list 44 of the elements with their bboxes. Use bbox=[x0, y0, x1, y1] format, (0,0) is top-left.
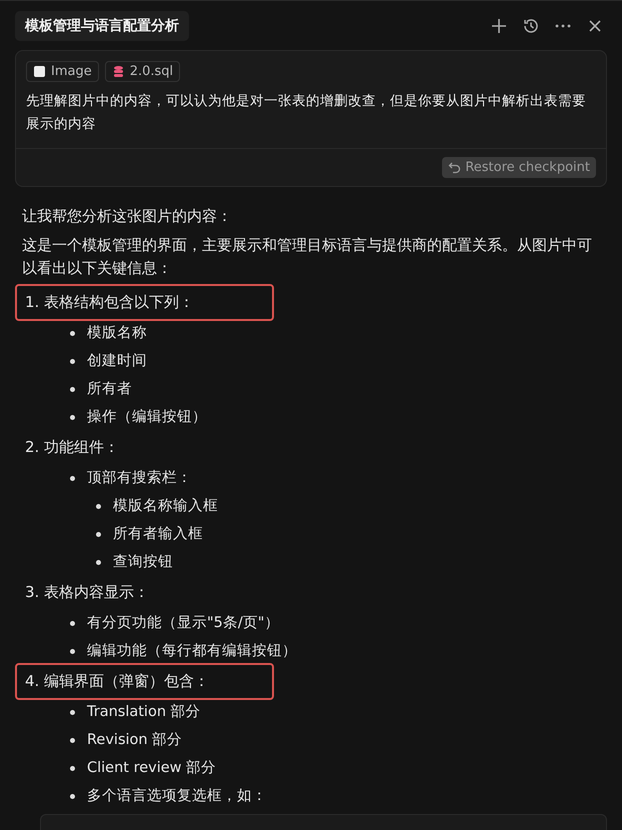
reply-paragraph: 让我帮您分析这张图片的内容： bbox=[22, 206, 233, 227]
section-heading: 3. 表格内容显示： bbox=[24, 582, 150, 603]
list-item-text: 模版名称 bbox=[87, 324, 147, 343]
restore-checkpoint-button[interactable]: Restore checkpoint bbox=[442, 157, 596, 178]
bullet-icon bbox=[96, 504, 101, 508]
bullet-icon bbox=[70, 648, 75, 654]
reply-paragraph: 这是一个模板管理的界面，主要展示和管理目标语言与提供商的配置关系。从图片中可以看出以下关键信息： bbox=[22, 235, 593, 279]
image-icon bbox=[33, 65, 46, 78]
bullet-icon bbox=[70, 710, 75, 714]
history-icon[interactable] bbox=[522, 17, 540, 35]
bullet-icon bbox=[70, 738, 75, 742]
bullet-icon bbox=[96, 532, 101, 536]
list-item-text: 模版名称输入框 bbox=[113, 497, 218, 516]
chat-tab[interactable]: 模板管理与语言配置分析 bbox=[15, 11, 189, 41]
bullet-icon bbox=[70, 476, 75, 480]
bullet-icon bbox=[70, 386, 75, 392]
list-item-text: Client review 部分 bbox=[87, 758, 216, 778]
bullet-icon bbox=[70, 414, 75, 420]
list-item-text: 多个语言选项复选框，如： bbox=[87, 786, 267, 806]
message-text: 先理解图片中的内容，可以认为他是对一张表的增删改查，但是你要从图片中解析出表需要展示的内容 bbox=[26, 92, 587, 134]
list-item-text: Revision 部分 bbox=[87, 730, 182, 750]
list-item-text: 编辑功能（每行都有编辑按钮） bbox=[87, 642, 297, 661]
list-item-text: 操作（编辑按钮） bbox=[87, 408, 207, 427]
bullet-icon bbox=[70, 620, 75, 626]
attachment-chip[interactable]: 2.0.sql bbox=[104, 61, 180, 82]
plus-icon[interactable] bbox=[490, 17, 508, 35]
list-item-text: 创建时间 bbox=[87, 352, 147, 371]
highlighted-heading: 4. 编辑界面（弹窗）包含： bbox=[17, 665, 272, 698]
bullet-icon bbox=[70, 794, 75, 798]
database-icon bbox=[112, 65, 125, 78]
list-item-text: 查询按钮 bbox=[113, 553, 173, 572]
undo-icon bbox=[448, 161, 462, 174]
list-item-text: 顶部有搜索栏： bbox=[87, 468, 192, 488]
bullet-icon bbox=[70, 330, 75, 336]
section-heading: 2. 功能组件： bbox=[24, 437, 120, 458]
list-item-text: 所有者 bbox=[87, 380, 132, 399]
highlighted-heading: 1. 表格结构包含以下列： bbox=[17, 286, 272, 319]
list-item-text: 所有者输入框 bbox=[113, 525, 203, 544]
bullet-icon bbox=[96, 560, 101, 564]
attachment-chip[interactable]: Image bbox=[26, 61, 99, 82]
bullet-icon bbox=[70, 766, 75, 770]
bullet-icon bbox=[70, 358, 75, 364]
list-item-text: Translation 部分 bbox=[87, 702, 201, 722]
list-item-text: 有分页功能（显示"5条/页"） bbox=[87, 614, 280, 633]
